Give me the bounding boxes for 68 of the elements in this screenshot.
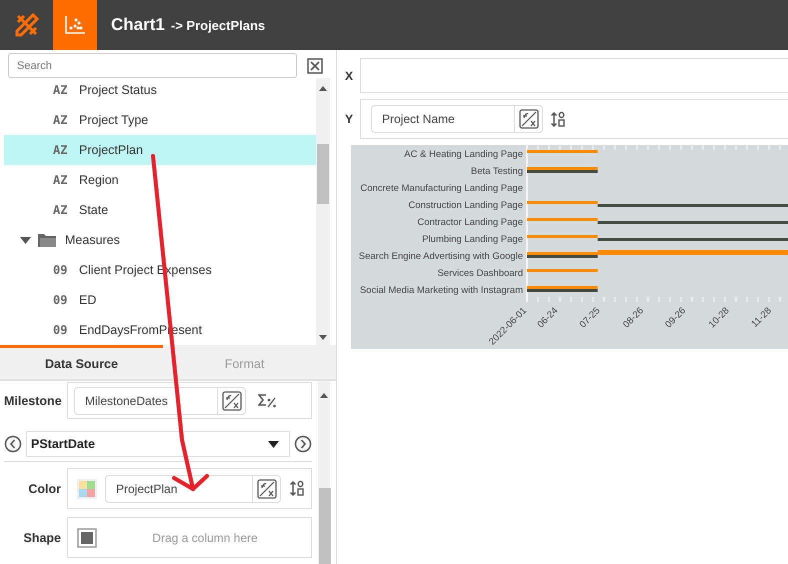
field-label: Color [27,482,62,496]
sort-icon[interactable] [550,110,566,128]
gantt-bar [527,269,598,272]
axis-label: Y [345,112,354,126]
scroll-down-icon[interactable] [319,335,327,340]
category-label: Beta Testing [470,166,523,177]
formula-icon[interactable] [222,390,242,410]
field-label: Milestone [4,394,63,408]
scatter-chart-icon [65,16,85,34]
field-chip[interactable]: ProjectPlan [105,474,281,502]
next-icon[interactable] [294,435,312,453]
drop-zone[interactable]: Project Name [360,99,788,139]
formula-icon[interactable] [518,109,538,129]
category-label: Contractor Landing Page [417,217,523,228]
tree-item[interactable]: AZ Region [4,165,316,195]
axis-label: X [345,68,354,82]
scrollbar[interactable] [318,381,330,564]
shape-icon [77,528,97,548]
data-type-label: 09 [53,323,68,337]
color-palette-icon [77,478,97,498]
sum-percent-icon[interactable] [258,394,276,408]
chart-title: Chart1 [111,15,165,35]
category-label: Plumbing Landing Page [422,234,523,245]
caret-icon[interactable] [20,236,31,244]
field-chip[interactable]: MilestoneDates [74,386,246,414]
sort-icon[interactable] [289,480,305,497]
tree-item[interactable]: AZ State [4,195,316,225]
data-type-label: AZ [53,143,68,157]
data-type-label: AZ [53,173,68,187]
previous-icon[interactable] [4,435,22,453]
gantt-bar [527,286,598,292]
category-label: Construction Landing Page [408,200,523,211]
dropdown[interactable]: PStartDate [26,431,290,457]
caret-icon [268,440,279,448]
data-type-label: 09 [53,293,68,307]
category-label: Social Media Marketing with Instagram [360,285,523,296]
field-chip[interactable]: Project Name [371,105,543,133]
folder-icon [38,233,56,247]
category-label: Search Engine Advertising with Google [358,251,523,262]
chart-button[interactable] [53,0,97,50]
data-type-label: AZ [53,203,68,217]
tree-item[interactable]: 09 ED [4,285,316,315]
scrollbar[interactable] [316,78,330,345]
close-icon[interactable] [307,58,323,74]
tab[interactable]: Data Source [0,345,163,379]
scrollbar-thumb[interactable] [319,488,331,564]
category-label: Concrete Manufacturing Landing Page [360,183,523,194]
gantt-bar [527,167,598,173]
logo-icon[interactable] [14,12,40,38]
formula-icon[interactable] [256,478,276,498]
data-type-label: AZ [53,83,68,97]
drop-zone[interactable]: MilestoneDates [67,382,312,419]
data-type-label: 09 [53,263,68,277]
scroll-up-icon[interactable] [319,86,327,91]
gantt-bar [527,150,598,153]
tree-item[interactable]: AZ Project Status [4,78,316,105]
field-label: Shape [22,530,62,544]
scrollbar-thumb[interactable] [317,144,329,204]
tree-item[interactable]: Measures [65,233,120,247]
category-label: Services Dashboard [437,268,523,279]
drop-zone[interactable]: ProjectPlan [67,468,312,509]
search-field[interactable]: Search [8,53,297,78]
tree-item[interactable]: AZ ProjectPlan [4,135,316,165]
scroll-up-icon[interactable] [320,393,328,398]
category-label: AC & Heating Landing Page [404,149,523,160]
tree-item[interactable]: AZ Project Type [4,105,316,135]
data-type-label: AZ [53,113,68,127]
data-source-name: -> ProjectPlans [170,18,266,32]
